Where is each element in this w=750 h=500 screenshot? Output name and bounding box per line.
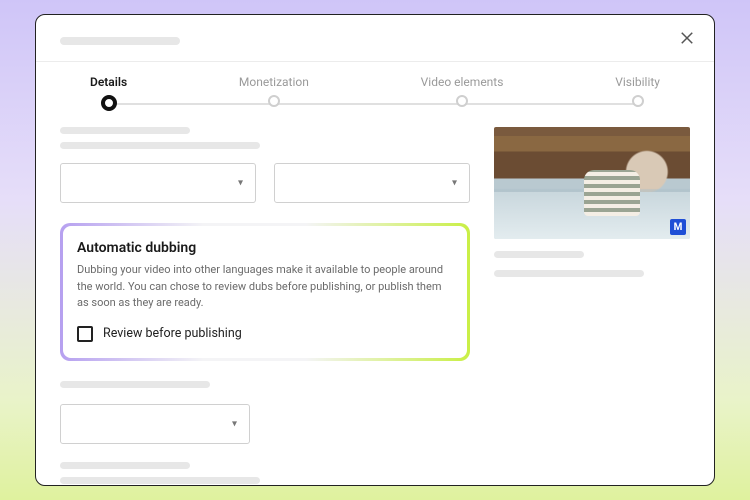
- step-label: Details: [90, 75, 127, 89]
- step-monetization[interactable]: Monetization: [239, 75, 309, 107]
- step-label: Monetization: [239, 75, 309, 89]
- divider: [36, 61, 714, 62]
- preview-column: M: [494, 127, 690, 486]
- dropdown-field[interactable]: ▾: [274, 163, 470, 203]
- feature-description: Dubbing your video into other languages …: [77, 262, 453, 312]
- dialog-title-placeholder: [60, 37, 180, 45]
- checkbox[interactable]: [77, 326, 93, 342]
- step-dot: [101, 95, 117, 111]
- step-dot: [268, 95, 280, 107]
- review-before-publishing-option[interactable]: Review before publishing: [77, 326, 453, 342]
- field-label-placeholder: [60, 462, 190, 469]
- thumbnail-scene: [584, 170, 640, 216]
- dialog-content: ▾ ▾ Automatic dubbing Dubbing your video…: [60, 127, 690, 485]
- field-label-placeholder: [60, 142, 260, 149]
- chevron-down-icon: ▾: [232, 418, 237, 429]
- dropdown-field[interactable]: ▾: [60, 404, 250, 444]
- close-button[interactable]: [678, 29, 696, 47]
- close-icon: [678, 29, 696, 47]
- feature-title: Automatic dubbing: [77, 240, 453, 256]
- field-label-placeholder: [60, 127, 190, 134]
- thumbnail-badge: M: [670, 219, 686, 235]
- field-label-placeholder: [60, 381, 210, 388]
- upload-dialog: Details Monetization Video elements Visi…: [35, 14, 715, 486]
- step-label: Video elements: [421, 75, 504, 89]
- caption-placeholder: [494, 270, 644, 277]
- checkbox-label: Review before publishing: [103, 326, 242, 341]
- stepper: Details Monetization Video elements Visi…: [90, 75, 660, 111]
- automatic-dubbing-card: Automatic dubbing Dubbing your video int…: [60, 223, 470, 361]
- video-thumbnail[interactable]: M: [494, 127, 690, 239]
- step-dot: [632, 95, 644, 107]
- chevron-down-icon: ▾: [452, 178, 457, 189]
- chevron-down-icon: ▾: [238, 178, 243, 189]
- step-visibility[interactable]: Visibility: [615, 75, 660, 107]
- form-column: ▾ ▾ Automatic dubbing Dubbing your video…: [60, 127, 470, 486]
- dropdown-field[interactable]: ▾: [60, 163, 256, 203]
- thumbnail-caption: [494, 251, 690, 277]
- step-dot: [456, 95, 468, 107]
- step-label: Visibility: [615, 75, 660, 89]
- field-label-placeholder: [60, 477, 260, 484]
- step-details[interactable]: Details: [90, 75, 127, 111]
- step-video-elements[interactable]: Video elements: [421, 75, 504, 107]
- caption-placeholder: [494, 251, 584, 258]
